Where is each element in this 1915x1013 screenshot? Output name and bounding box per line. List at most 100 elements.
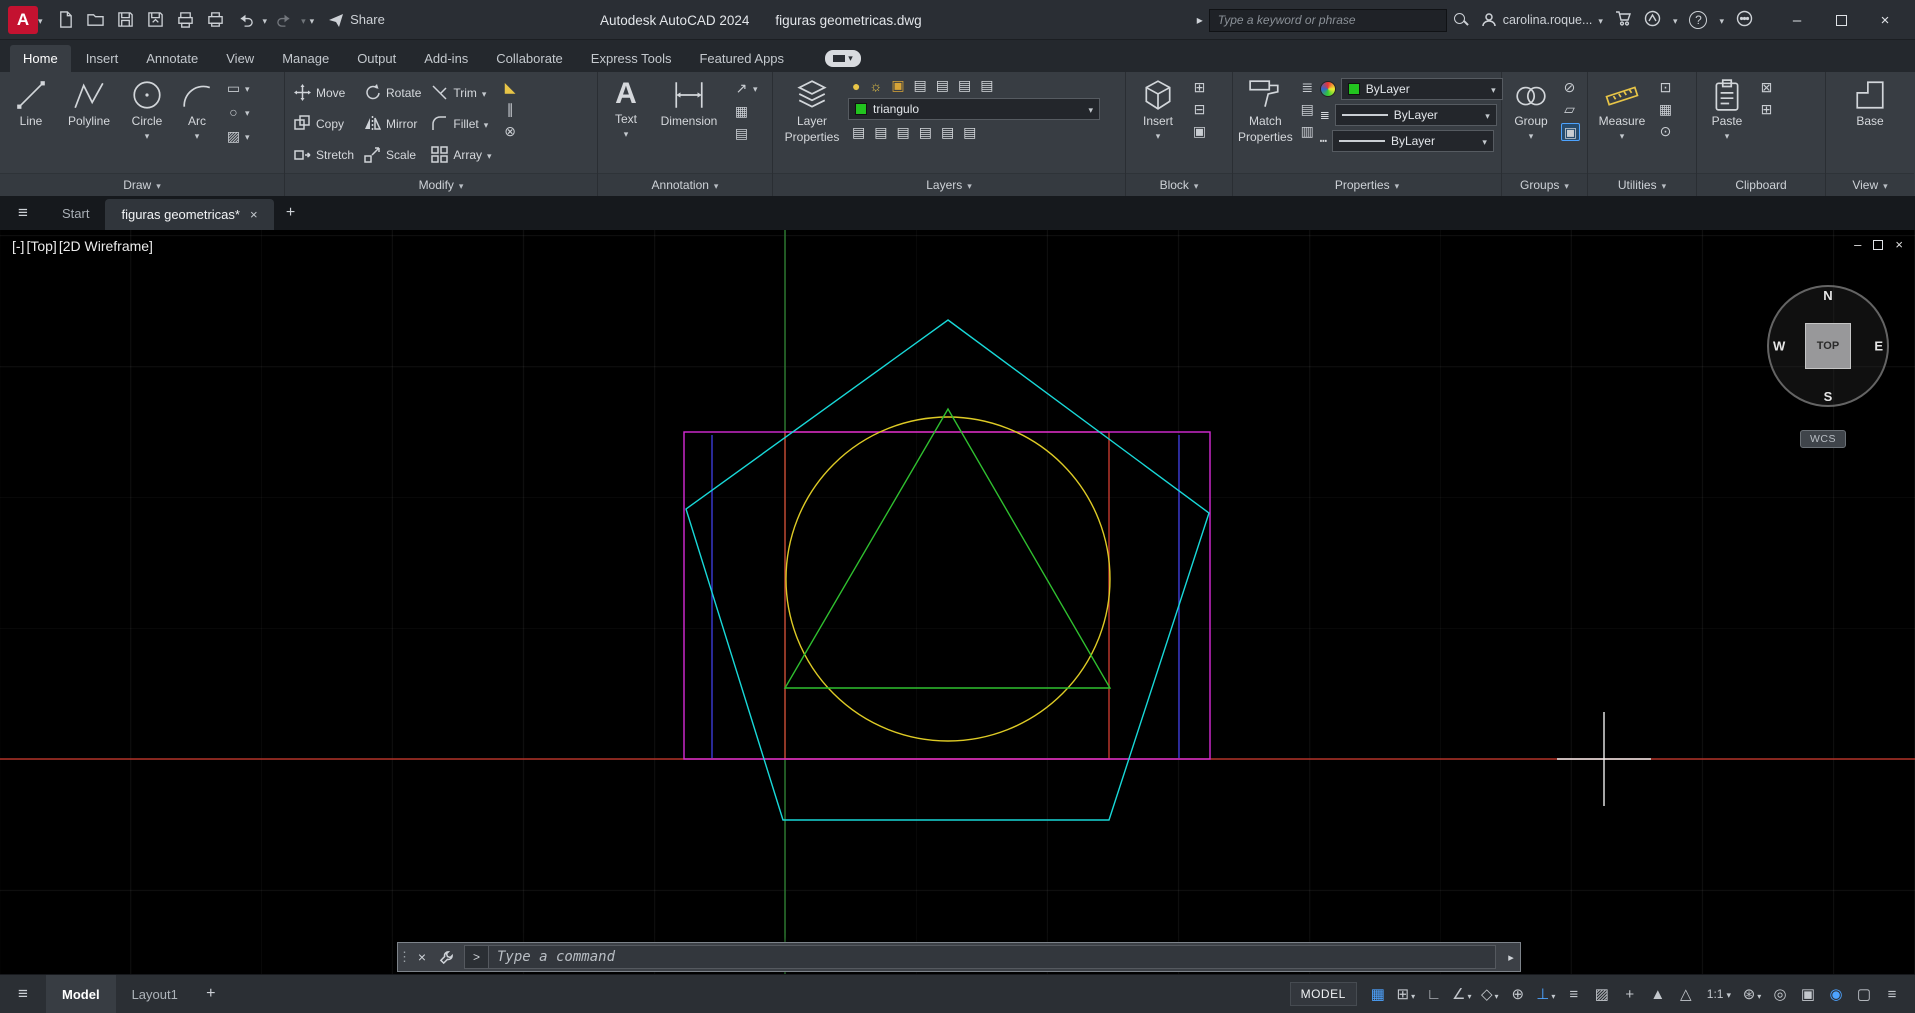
panel-label-properties[interactable]: Properties (1233, 173, 1501, 196)
file-tabs-menu-icon[interactable] (0, 196, 46, 230)
match-properties-button[interactable]: Match Properties (1238, 75, 1293, 144)
layer-freeze-icon[interactable]: ▤ (980, 77, 993, 94)
compass-north[interactable]: N (1823, 288, 1832, 303)
layer-state-icon[interactable]: ▤ (914, 77, 927, 94)
group-selection-toggle[interactable]: ▣ (1561, 123, 1580, 141)
layer-on-icon[interactable]: ● (852, 78, 860, 94)
tab-layout1[interactable]: Layout1 (116, 975, 194, 1013)
layer-merge-icon[interactable]: ▤ (919, 124, 932, 141)
layer-lock-fade-icon[interactable]: ▤ (963, 124, 976, 141)
clean-screen-toggle[interactable]: ▢ (1851, 981, 1877, 1007)
annotation-visibility-toggle[interactable]: ▲ (1645, 981, 1671, 1007)
circle-button[interactable]: Circle (121, 75, 173, 143)
layer-previous-icon[interactable]: ▤ (896, 124, 909, 141)
isolate-objects-control[interactable]: ▣ (1795, 981, 1821, 1007)
insert-button[interactable]: Insert (1131, 75, 1185, 143)
panel-label-modify[interactable]: Modify (285, 173, 597, 196)
close-doc-tab-icon[interactable] (250, 207, 258, 222)
command-input-field[interactable] (464, 945, 1496, 969)
tab-manage[interactable]: Manage (269, 45, 342, 72)
app-logo[interactable]: A (8, 5, 38, 34)
undo-caret-icon[interactable] (263, 13, 268, 27)
copy-clip-button[interactable]: ⊞ (1758, 101, 1775, 117)
stretch-button[interactable]: Stretch (294, 139, 354, 170)
dynamic-input-toggle[interactable]: + (1617, 981, 1643, 1007)
layer-isolate-icon[interactable]: ▤ (936, 77, 949, 94)
copy-button[interactable]: Copy (294, 108, 354, 139)
rectangle-tool-button[interactable]: ▭ (225, 79, 250, 97)
minimize-button[interactable] (1775, 0, 1819, 40)
viewport-minimize-control[interactable]: [-] (12, 238, 24, 254)
write-block-button[interactable]: ⊟ (1191, 101, 1208, 117)
viewcube-compass[interactable]: N S W E TOP (1767, 285, 1889, 407)
viewport-view-control[interactable]: [Top] (26, 238, 56, 254)
measure-button[interactable]: Measure (1593, 75, 1651, 143)
save-as-button[interactable] (143, 7, 169, 33)
compass-west[interactable]: W (1773, 339, 1785, 354)
search-input[interactable] (1208, 8, 1447, 32)
block-editor-button[interactable]: ▣ (1191, 123, 1208, 139)
command-history-icon[interactable] (1502, 951, 1520, 964)
trim-button[interactable]: Trim (431, 77, 491, 108)
rotate-button[interactable]: Rotate (364, 77, 421, 108)
tab-home[interactable]: Home (10, 45, 71, 72)
viewport[interactable]: [-] [Top] [2D Wireframe] N S W E TOP WCS (0, 230, 1915, 974)
group-edit-button[interactable]: ▱ (1561, 101, 1580, 117)
ucs-badge[interactable]: WCS (1800, 430, 1846, 448)
cyan-pentagon[interactable] (685, 319, 1210, 821)
layer-walk-icon[interactable]: ▤ (852, 124, 865, 141)
layer-delete-icon[interactable]: ▤ (941, 124, 954, 141)
customization-button[interactable]: ≡ (1879, 981, 1905, 1007)
new-layout-button[interactable] (194, 985, 228, 1003)
layer-thaw-icon[interactable]: ☼ (869, 78, 882, 94)
array-button[interactable]: Array (431, 139, 491, 170)
redo-button[interactable] (271, 7, 297, 33)
red-rectangle[interactable] (784, 431, 1110, 760)
new-file-button[interactable] (53, 7, 79, 33)
help-caret-icon[interactable] (1719, 13, 1724, 27)
object-color-dropdown[interactable]: ByLayer (1340, 78, 1503, 100)
panel-label-utilities[interactable]: Utilities (1588, 173, 1696, 196)
lineweight-list-icon[interactable]: ≣ (1320, 108, 1330, 122)
panel-label-draw[interactable]: Draw (0, 173, 284, 196)
panel-label-layers[interactable]: Layers (773, 173, 1125, 196)
object-snap-tracking-toggle[interactable]: ⊕ (1505, 981, 1531, 1007)
undo-button[interactable] (233, 7, 259, 33)
id-point-button[interactable]: ⊙ (1657, 123, 1674, 139)
transparency-toggle[interactable]: ▨ (1589, 981, 1615, 1007)
compass-east[interactable]: E (1874, 339, 1883, 354)
tab-express-tools[interactable]: Express Tools (578, 45, 685, 72)
table-button[interactable]: ▦ (733, 103, 758, 119)
erase-button[interactable]: ◣ (502, 79, 519, 95)
layer-unisolate-icon[interactable]: ▤ (958, 77, 971, 94)
layer-lock-icon[interactable]: ▣ (891, 77, 904, 94)
linetype-list-button[interactable]: ▥ (1299, 123, 1316, 139)
annotation-monitor-toggle[interactable]: ◎ (1767, 981, 1793, 1007)
tab-active-document[interactable]: figuras geometricas* (105, 199, 274, 230)
tab-model[interactable]: Model (46, 975, 116, 1013)
command-input[interactable] (489, 949, 1495, 965)
ellipse-tool-button[interactable]: ○ (225, 103, 250, 121)
dimension-button[interactable]: Dimension (651, 75, 727, 128)
viewport-close-icon[interactable] (1895, 237, 1903, 252)
ortho-mode-toggle[interactable]: ∟ (1421, 981, 1447, 1007)
explode-button[interactable]: ⊗ (502, 123, 519, 139)
tab-output[interactable]: Output (344, 45, 409, 72)
ribbon-display-toggle[interactable] (825, 50, 862, 67)
search-history-icon[interactable] (1197, 13, 1203, 27)
linetype-dropdown[interactable]: ByLayer (1331, 130, 1494, 152)
viewport-minimize-icon[interactable] (1854, 237, 1861, 252)
annotation-scale-control[interactable]: 1:1 (1701, 987, 1737, 1001)
tab-add-ins[interactable]: Add-ins (411, 45, 481, 72)
save-button[interactable] (113, 7, 139, 33)
color-wheel-icon[interactable] (1319, 81, 1336, 97)
layout-tabs-menu-icon[interactable] (0, 984, 46, 1004)
drawing-canvas[interactable] (0, 230, 1915, 974)
app-menu-caret-icon[interactable] (38, 13, 43, 27)
properties-list-button[interactable]: ≣ (1299, 79, 1316, 95)
fillet-button[interactable]: Fillet (431, 108, 491, 139)
redo-caret-icon[interactable] (301, 13, 306, 27)
yellow-circle[interactable] (785, 416, 1111, 742)
cart-icon[interactable] (1615, 10, 1632, 30)
base-button[interactable]: Base (1844, 75, 1896, 128)
